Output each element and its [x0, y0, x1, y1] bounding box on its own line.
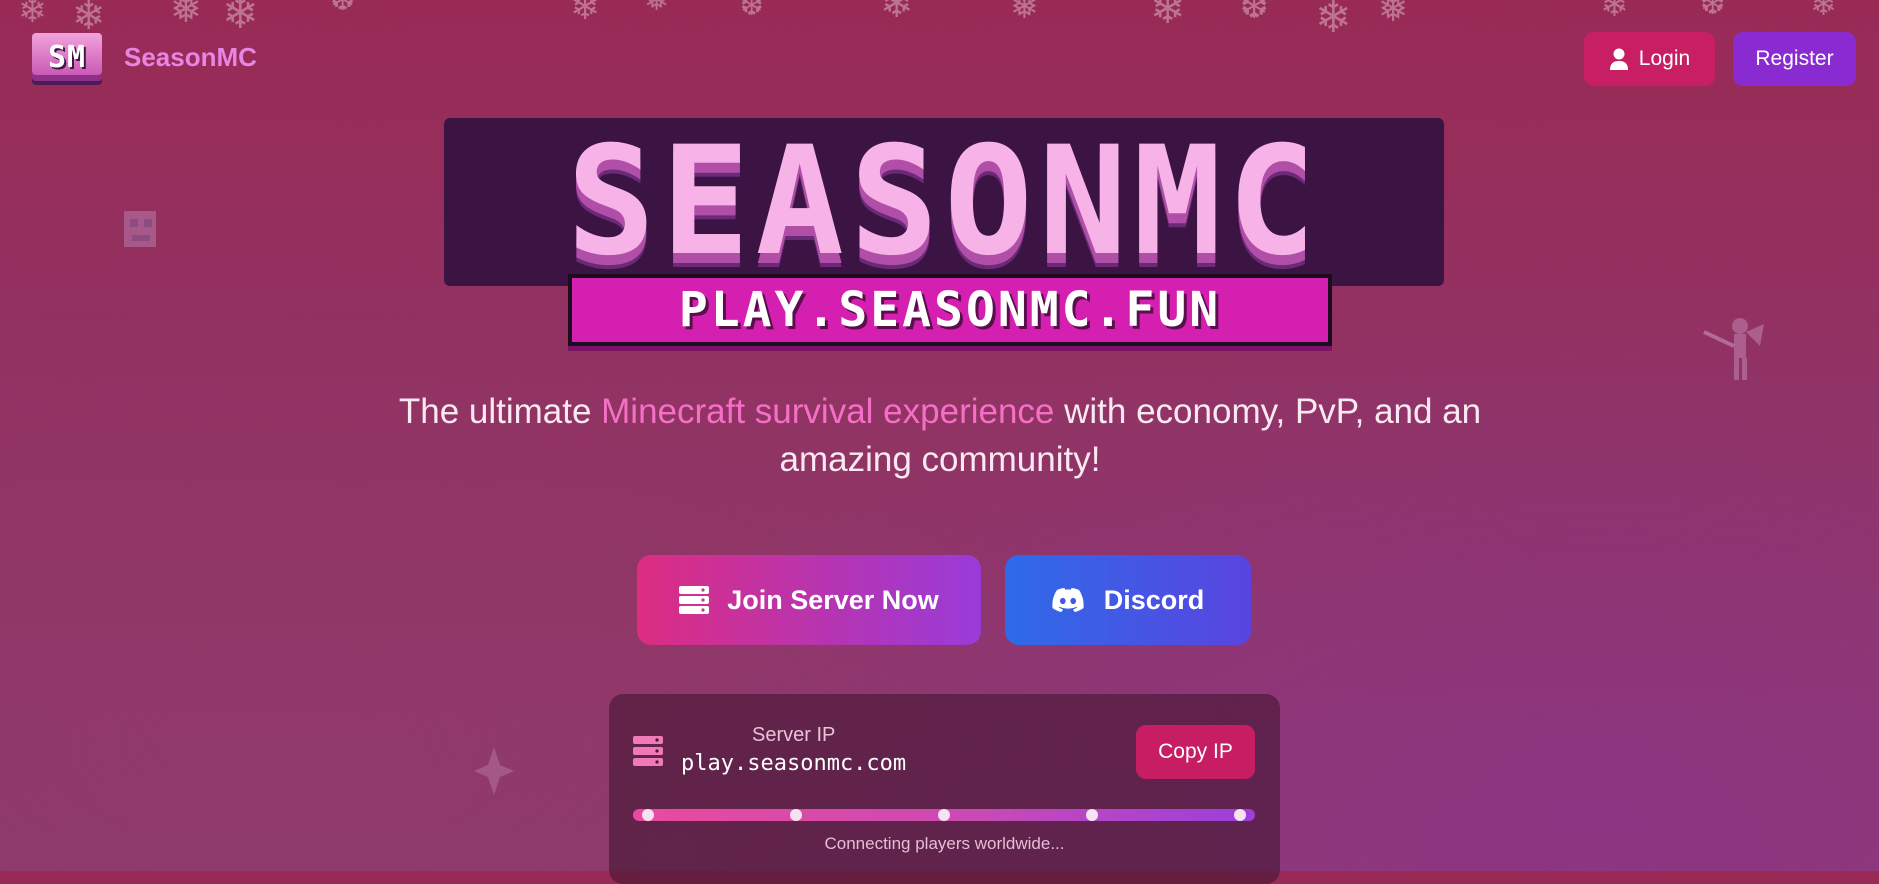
snowflake-icon: ❄: [72, 0, 106, 39]
connection-progress-bar: [633, 809, 1255, 821]
snowflake-icon: ❄: [222, 0, 259, 39]
tagline-text-before: The ultimate: [398, 392, 602, 431]
snowflake-icon: ❄: [880, 0, 914, 27]
snowflake-icon: ❄: [18, 0, 47, 31]
server-ip-label: Server IP: [752, 724, 836, 746]
brand[interactable]: SM SeasonMC: [32, 33, 257, 81]
snowflake-icon: ❆: [1700, 0, 1726, 22]
snowflake-icon: ❆: [740, 0, 764, 22]
server-icon: [633, 736, 663, 766]
user-icon: [1609, 48, 1628, 70]
snowflake-icon: ❆: [330, 0, 356, 18]
page: { "nav": { "brand_logo": "SM", "brand_na…: [0, 0, 1879, 884]
copy-ip-button[interactable]: Copy IP: [1136, 725, 1255, 779]
snowflake-icon: ❅: [1010, 0, 1039, 27]
progress-marker: [790, 809, 802, 821]
snowflake-icon: ❅: [1378, 0, 1409, 30]
progress-marker: [1234, 809, 1246, 821]
brand-logo: SM: [32, 33, 102, 81]
progress-marker: [938, 809, 950, 821]
snowflake-icon: ❅: [170, 0, 202, 31]
hero-logo-title: SEASONMC: [566, 115, 1322, 289]
join-server-button[interactable]: Join Server Now: [637, 555, 981, 645]
progress-marker: [642, 809, 654, 821]
login-button[interactable]: Login: [1584, 32, 1715, 86]
snowflake-icon: ❄: [1315, 0, 1352, 43]
hero-logo: SEASONMC PLAY.SEASONMC.FUN: [444, 118, 1450, 346]
snowflake-icon: ❆: [1240, 0, 1269, 27]
hero-logo-title-block: SEASONMC: [444, 118, 1444, 286]
pixel-creature-sprite: [124, 211, 156, 247]
snowflake-icon: ❅: [644, 0, 670, 18]
brand-name: SeasonMC: [124, 41, 257, 72]
hero-logo-subtitle-block: PLAY.SEASONMC.FUN: [568, 274, 1332, 346]
knight-sprite: [1703, 318, 1764, 380]
connection-status-text: Connecting players worldwide...: [824, 834, 1065, 853]
server-icon: [679, 586, 710, 614]
join-server-label: Join Server Now: [727, 584, 939, 615]
progress-marker: [1086, 809, 1098, 821]
server-ip-card: Server IP play.seasonmc.com Copy IP Conn…: [609, 694, 1280, 884]
snowflake-icon: ❄: [1150, 0, 1186, 33]
server-ip-value[interactable]: play.seasonmc.com: [681, 751, 906, 776]
discord-icon: [1052, 588, 1084, 612]
register-button[interactable]: Register: [1733, 32, 1856, 86]
snowflake-icon: ❄: [570, 0, 601, 28]
tagline-highlight: Minecraft survival experience: [601, 392, 1055, 431]
login-label: Login: [1638, 47, 1691, 70]
snowflake-icon: ❄: [1600, 0, 1629, 25]
snowflake-icon: ❄: [1810, 0, 1837, 23]
discord-button[interactable]: Discord: [1005, 555, 1251, 645]
discord-label: Discord: [1103, 584, 1205, 615]
sparkle-sprite: [474, 747, 514, 795]
hero-tagline: The ultimate Minecraft survival experien…: [340, 388, 1540, 484]
hero-logo-subtitle: PLAY.SEASONMC.FUN: [678, 282, 1222, 338]
